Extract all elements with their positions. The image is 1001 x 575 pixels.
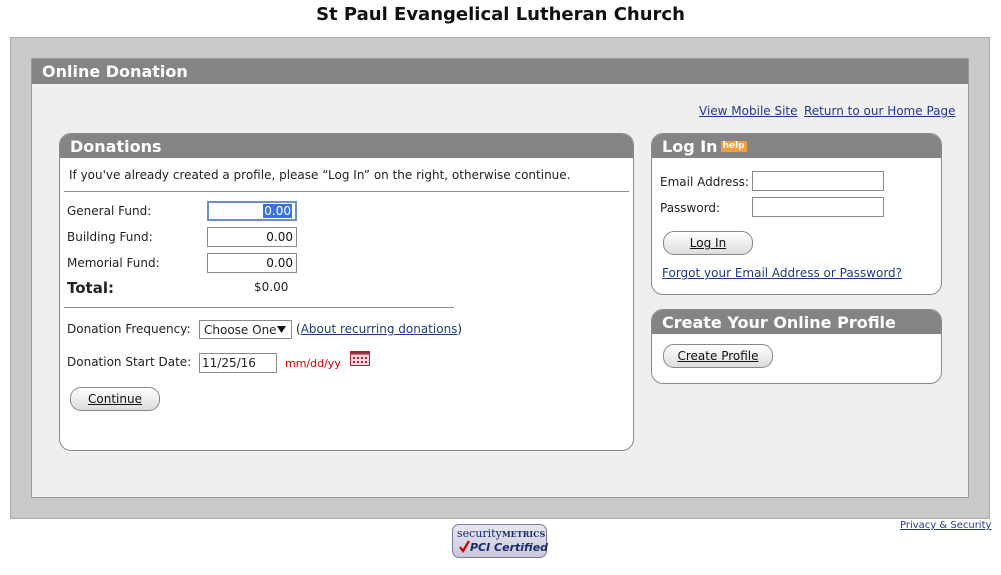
memorial-fund-input[interactable]: 0.00 [207,253,297,273]
memorial-fund-value: 0.00 [266,256,293,270]
forgot-credentials-link[interactable]: Forgot your Email Address or Password? [662,266,902,280]
total-value: $0.00 [254,280,289,294]
check-icon [459,540,470,553]
donation-frequency-select[interactable]: Choose One [199,320,292,339]
help-icon[interactable]: help [720,141,747,152]
building-fund-label: Building Fund: [67,230,153,244]
date-format-hint: mm/dd/yy [285,357,341,370]
general-fund-input[interactable]: 0.00 [207,201,297,221]
create-profile-button[interactable]: Create Profile [663,344,773,368]
start-date-label: Donation Start Date: [67,355,192,369]
building-fund-input[interactable]: 0.00 [207,227,297,247]
general-fund-label: General Fund: [67,204,152,218]
calendar-icon[interactable] [350,351,370,366]
donations-intro: If you've already created a profile, ple… [69,168,571,182]
email-field[interactable] [752,171,884,191]
about-recurring-donations-link[interactable]: About recurring donations [301,322,458,336]
badge-metrics-text: METRICS [501,529,546,539]
frequency-link-wrapper: (About recurring donations) [296,322,462,336]
login-header: Log In help [652,134,941,158]
donation-frequency-label: Donation Frequency: [67,322,191,336]
create-profile-label: Create Profile [677,349,759,363]
login-title: Log In [662,137,718,156]
create-profile-title: Create Your Online Profile [652,310,941,334]
badge-security-text: security [457,527,502,540]
memorial-fund-label: Memorial Fund: [67,256,160,270]
start-date-input[interactable]: 11/25/16 [199,353,277,373]
panel-title: Online Donation [32,59,968,84]
frequency-selected-value: Choose One [204,322,277,337]
home-page-link[interactable]: Return to our Home Page [804,104,956,118]
badge-line-2: PCI Certified [459,540,548,554]
paren-close: ) [457,322,463,336]
badge-pci-text: PCI Certified [470,541,549,554]
login-button-label: Log In [689,236,727,250]
building-fund-value: 0.00 [266,230,293,244]
general-fund-value: 0.00 [263,204,292,218]
email-label: Email Address: [660,175,749,189]
total-label: Total: [67,279,114,297]
security-metrics-badge[interactable]: securityMETRICS PCI Certified [452,524,548,558]
password-label: Password: [660,201,721,215]
chevron-down-icon [277,326,286,333]
continue-button[interactable]: Continue [70,387,160,411]
password-field[interactable] [752,197,884,217]
view-mobile-site-link[interactable]: View Mobile Site [699,104,798,118]
login-button[interactable]: Log In [663,231,753,255]
privacy-security-link[interactable]: Privacy & Security [900,520,991,531]
page-title: St Paul Evangelical Lutheran Church [316,4,685,25]
badge-line-1: securityMETRICS [457,527,545,540]
donations-title: Donations [60,134,633,158]
divider [64,191,629,192]
divider [64,307,454,308]
continue-label: Continue [88,392,142,406]
